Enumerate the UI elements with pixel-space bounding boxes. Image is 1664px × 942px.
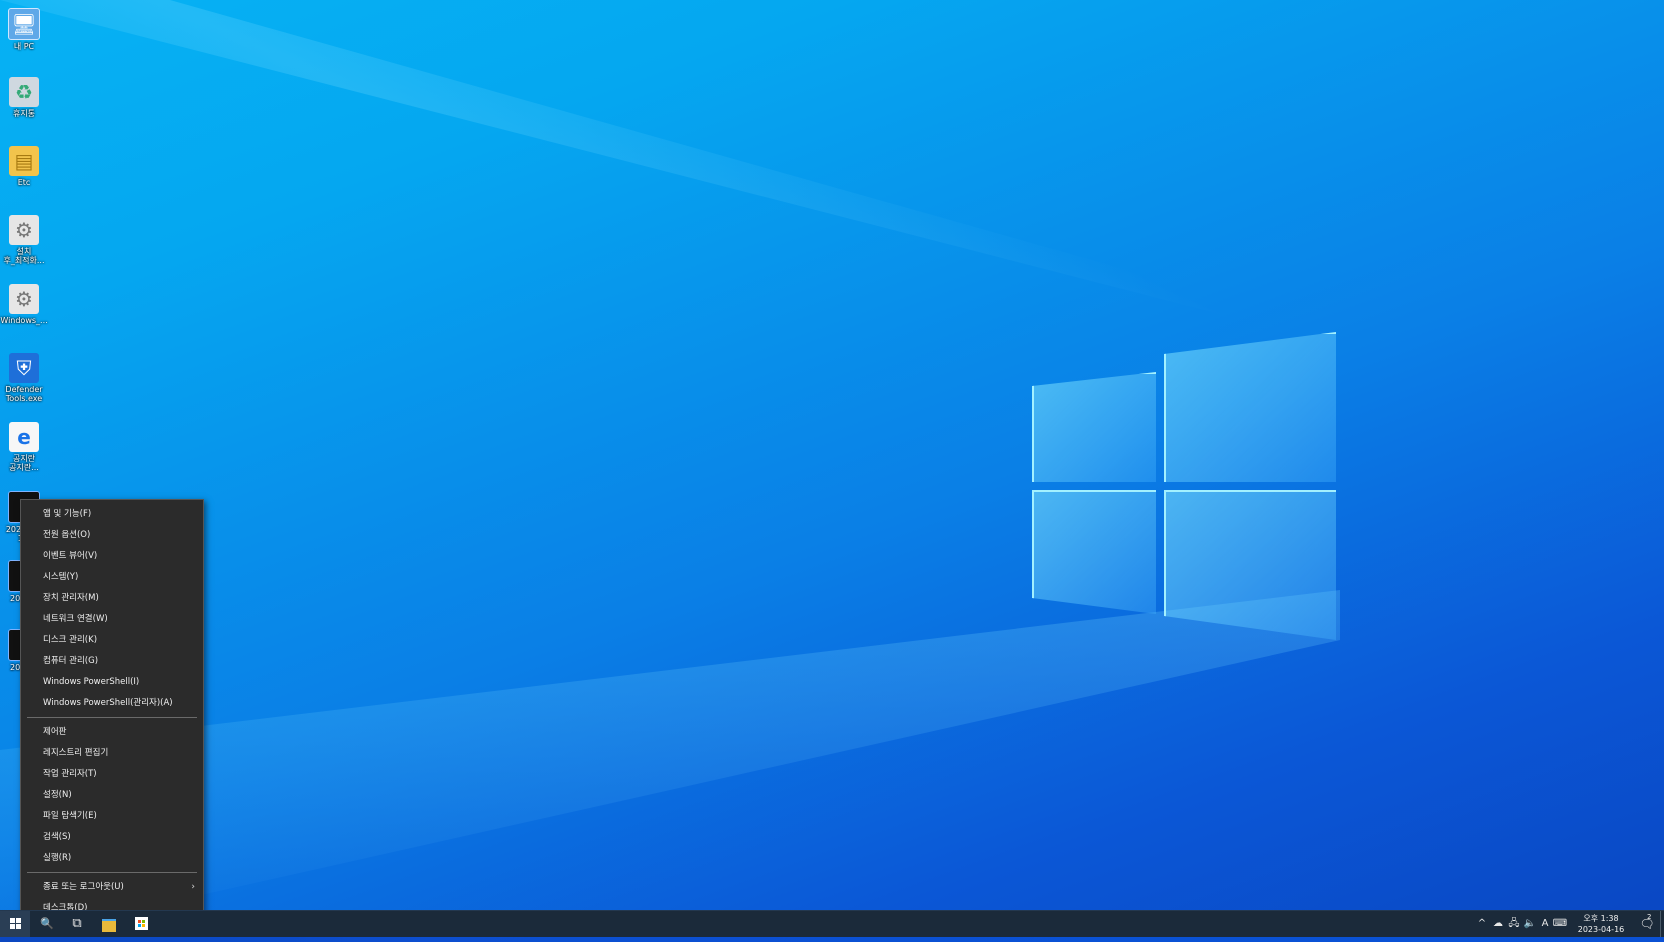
shield-icon: ⛨ <box>9 353 39 383</box>
logo-pane-top-right <box>1164 332 1336 482</box>
menu-item-task-manager[interactable]: 작업 관리자(T) <box>21 764 203 785</box>
menu-item-apps-features[interactable]: 앱 및 기능(F) <box>21 504 203 525</box>
task-view-icon: ⧉ <box>72 916 82 931</box>
network-button[interactable]: 🖧 <box>1506 911 1522 937</box>
onedrive-icon: ☁ <box>1493 918 1503 929</box>
menu-item-control-panel[interactable]: 제어판 <box>21 722 203 743</box>
menu-item-label: 종료 또는 로그아웃(U) <box>43 882 124 892</box>
desktop-icon-defender-tools[interactable]: ⛨ Defender Tools.exe <box>0 353 48 418</box>
chevron-up-icon: ^ <box>1477 918 1487 929</box>
task-view-button[interactable]: ⧉ <box>62 911 92 937</box>
clock-date: 2023-04-16 <box>1577 925 1625 934</box>
menu-item-power-options[interactable]: 전원 옵션(O) <box>21 525 203 546</box>
file-explorer-icon <box>102 919 116 932</box>
menu-item-shutdown-signout[interactable]: 종료 또는 로그아웃(U) › <box>21 877 203 898</box>
menu-item-event-viewer[interactable]: 이벤트 뷰어(V) <box>21 546 203 567</box>
start-button[interactable] <box>0 911 30 937</box>
menu-item-powershell-admin[interactable]: Windows PowerShell(관리자)(A) <box>21 693 203 714</box>
desktop-icon-label: 내 PC <box>13 42 35 51</box>
search-icon: 🔍 <box>40 917 54 930</box>
speaker-icon: 🔈 <box>1523 918 1537 929</box>
desktop-icon-label: Windows_... <box>0 316 48 325</box>
menu-item-network-connections[interactable]: 네트워크 연결(W) <box>21 609 203 630</box>
show-hidden-icons-button[interactable]: ^ <box>1474 911 1490 937</box>
folder-icon: ▤ <box>9 146 39 176</box>
menu-item-search[interactable]: 검색(S) <box>21 827 203 848</box>
desktop-icon-label: 휴지통 <box>12 109 36 118</box>
menu-separator <box>27 717 197 718</box>
volume-button[interactable]: 🔈 <box>1522 911 1538 937</box>
menu-item-file-explorer[interactable]: 파일 탐색기(E) <box>21 806 203 827</box>
file-explorer-taskbar-button[interactable] <box>94 911 124 937</box>
keyboard-icon: ⌨ <box>1552 918 1568 929</box>
windows-logo-wallpaper <box>1032 332 1338 642</box>
computer-icon: 🖥 <box>8 8 40 40</box>
logo-pane-top-left <box>1032 372 1156 482</box>
menu-item-powershell[interactable]: Windows PowerShell(I) <box>21 672 203 693</box>
menu-item-registry-editor[interactable]: 레지스트리 편집기 <box>21 743 203 764</box>
desktop-wallpaper <box>0 0 1664 940</box>
taskbar: 🔍 ⧉ ^ ☁ 🖧 🔈 A ⌨ 오후 1:38 2023-04-16 🗨 2 <box>0 910 1664 937</box>
chevron-right-icon: › <box>191 882 195 892</box>
desktop-icon-label: Etc <box>17 178 31 187</box>
menu-separator <box>27 872 197 873</box>
recycle-bin-icon: ♻ <box>9 77 39 107</box>
desktop-icon-notice[interactable]: e 공지란 공지란... <box>0 422 48 487</box>
keyboard-button[interactable]: ⌨ <box>1552 911 1568 937</box>
ime-button[interactable]: A <box>1538 911 1552 937</box>
menu-item-computer-management[interactable]: 컴퓨터 관리(G) <box>21 651 203 672</box>
desktop-icon-label: Defender Tools.exe <box>5 385 43 403</box>
tray-app-button[interactable]: ☁ <box>1490 911 1506 937</box>
action-center-button[interactable]: 🗨 2 <box>1634 911 1660 937</box>
clock-time: 오후 1:38 <box>1583 914 1619 923</box>
logo-pane-bottom-left <box>1032 490 1156 614</box>
internet-explorer-icon: e <box>9 422 39 452</box>
menu-item-settings[interactable]: 설정(N) <box>21 785 203 806</box>
winx-context-menu: 앱 및 기능(F) 전원 옵션(O) 이벤트 뷰어(V) 시스템(Y) 장치 관… <box>20 499 204 915</box>
desktop-icon-optimize[interactable]: ⚙ 설치 후_최적화... <box>0 215 48 280</box>
store-taskbar-button[interactable] <box>126 911 156 937</box>
desktop-icon-label: 설치 후_최적화... <box>3 247 45 265</box>
microsoft-store-icon <box>134 917 148 930</box>
menu-item-system[interactable]: 시스템(Y) <box>21 567 203 588</box>
desktop-icon-my-pc[interactable]: 🖥 내 PC <box>0 8 48 73</box>
desktop-icon-recycle-bin[interactable]: ♻ 휴지통 <box>0 77 48 142</box>
show-desktop-button[interactable] <box>1660 911 1664 937</box>
menu-item-device-manager[interactable]: 장치 관리자(M) <box>21 588 203 609</box>
notification-count: 2 <box>1647 913 1652 921</box>
desktop-icon-etc[interactable]: ▤ Etc <box>0 146 48 211</box>
logo-pane-bottom-right <box>1164 490 1336 640</box>
menu-item-run[interactable]: 실행(R) <box>21 848 203 869</box>
desktop-icon-windows-script[interactable]: ⚙ Windows_... <box>0 284 48 349</box>
search-button[interactable]: 🔍 <box>32 911 62 937</box>
desktop-icon-label: 공지란 공지란... <box>9 454 39 472</box>
windows-start-icon <box>9 918 21 929</box>
taskbar-clock[interactable]: 오후 1:38 2023-04-16 <box>1568 913 1634 935</box>
ime-mode-indicator: A <box>1541 918 1549 929</box>
settings-file-icon: ⚙ <box>9 284 39 314</box>
settings-file-icon: ⚙ <box>9 215 39 245</box>
menu-item-disk-management[interactable]: 디스크 관리(K) <box>21 630 203 651</box>
network-icon: 🖧 <box>1508 918 1520 929</box>
